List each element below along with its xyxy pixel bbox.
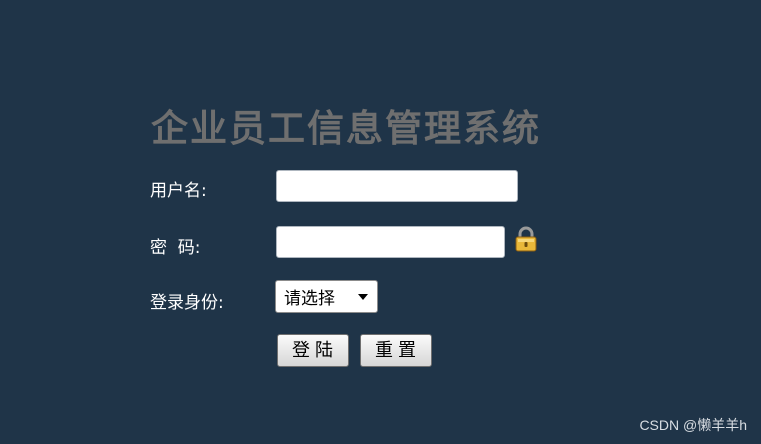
username-label: 用户名: bbox=[150, 181, 207, 201]
watermark: CSDN @懒羊羊h bbox=[639, 417, 747, 433]
page-title: 企业员工信息管理系统 bbox=[151, 106, 541, 150]
role-select[interactable]: 请选择 bbox=[275, 280, 378, 313]
chevron-down-icon bbox=[358, 294, 368, 300]
login-button[interactable]: 登陆 bbox=[277, 334, 349, 367]
role-select-value: 请选择 bbox=[284, 289, 335, 309]
password-label: 密 码: bbox=[150, 238, 201, 258]
lock-icon bbox=[515, 226, 537, 252]
role-label: 登录身份: bbox=[150, 293, 224, 313]
username-input[interactable] bbox=[276, 170, 518, 202]
password-input[interactable] bbox=[276, 226, 505, 258]
reset-button[interactable]: 重置 bbox=[360, 334, 432, 367]
